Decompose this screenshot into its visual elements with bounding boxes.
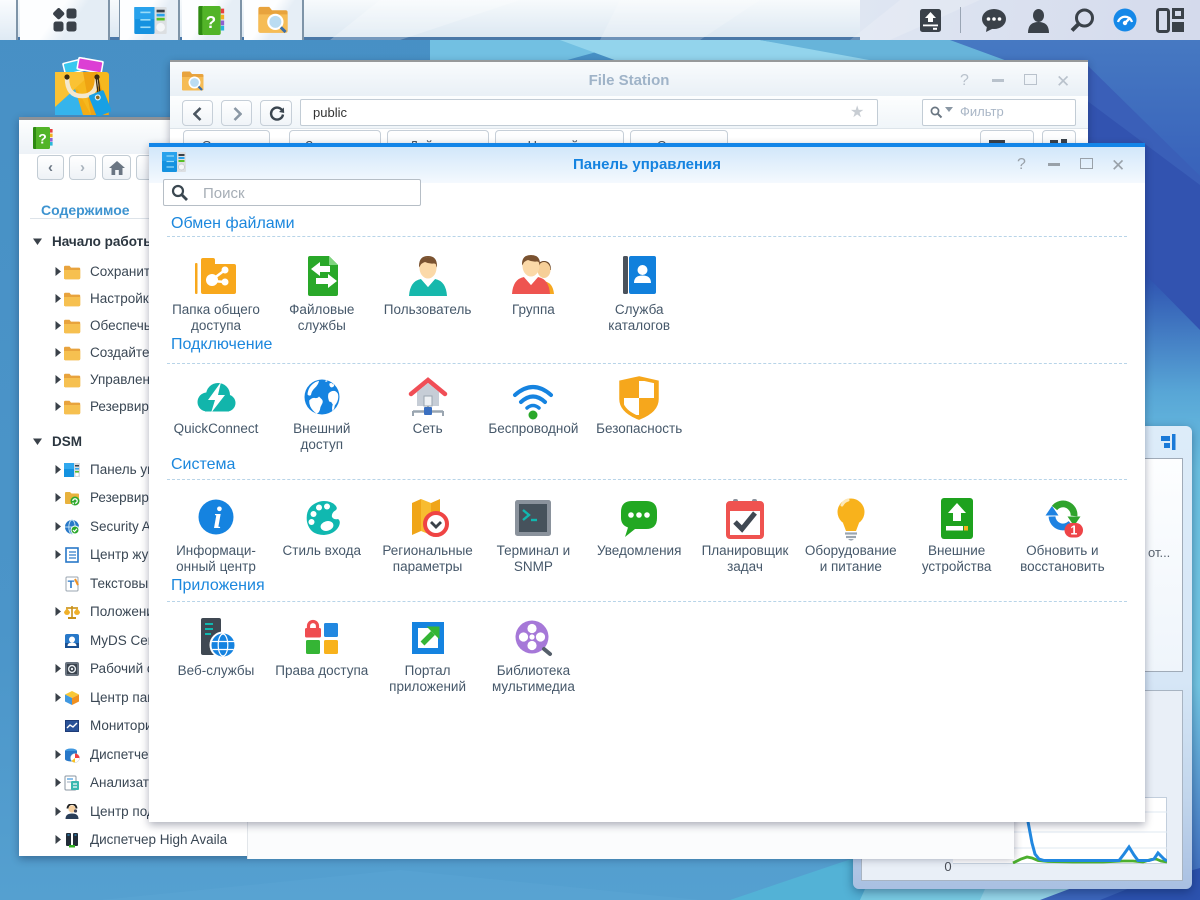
svg-text:?: ?: [38, 131, 47, 147]
svg-text:?: ?: [206, 12, 216, 32]
svg-text:1: 1: [1071, 523, 1078, 537]
svg-text:i: i: [213, 500, 222, 535]
svg-text:T: T: [68, 579, 75, 591]
